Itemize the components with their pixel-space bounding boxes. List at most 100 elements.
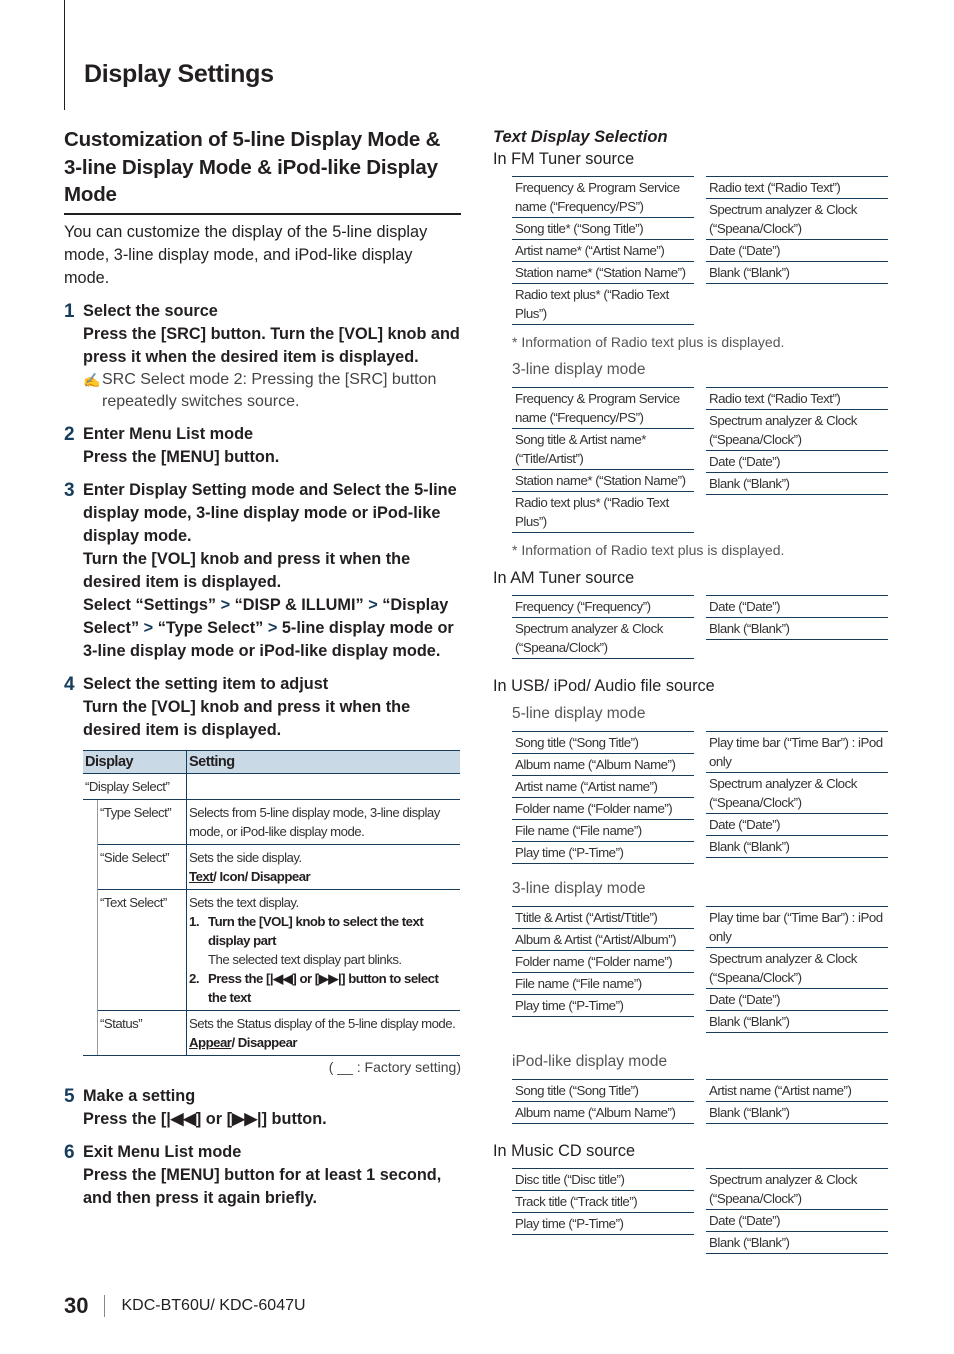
setting-cell: Sets the Status display of the 5-line di…	[186, 1010, 460, 1056]
list-right: Spectrum analyzer & Clock (“Speana/Clock…	[706, 1168, 888, 1254]
path-prefix: Select	[83, 595, 131, 614]
list-item: Frequency & Program Service name (“Frequ…	[512, 177, 694, 218]
source-title-cd: In Music CD source	[493, 1142, 636, 1160]
chevron-right-icon: >	[220, 595, 231, 614]
usb-ipod-grid: Song title (“Song Title”) Album name (“Al…	[512, 1079, 893, 1124]
list-item: Song title (“Song Title”)	[512, 1080, 694, 1102]
page-title: Display Settings	[84, 60, 274, 88]
list-item: Blank (“Blank”)	[706, 836, 888, 858]
list-item: Album name (“Album Name”)	[512, 1102, 694, 1124]
list-item: Blank (“Blank”)	[706, 473, 888, 495]
list-item: Blank (“Blank”)	[706, 1102, 888, 1124]
am-grid: Frequency (“Frequency”) Spectrum analyzer…	[512, 595, 893, 659]
chevron-right-icon: >	[143, 618, 154, 637]
display-cell: “Status”	[97, 1010, 187, 1056]
list-item: Spectrum analyzer & Clock (“Speana/Clock…	[706, 1169, 888, 1210]
footer: 30 KDC-BT60U/ KDC-6047U	[64, 1293, 306, 1319]
list-left: Disc title (“Disc title”) Track title (“T…	[512, 1168, 694, 1254]
footnote: * Information of Radio text plus is disp…	[512, 542, 785, 558]
step-body: Press the [SRC] button. Turn the [VOL] k…	[83, 324, 460, 366]
list-right: Play time bar (“Time Bar”) : iPod only Sp…	[706, 731, 888, 864]
footnote: * Information of Radio text plus is disp…	[512, 334, 785, 350]
list-item: Spectrum analyzer & Clock (“Speana/Clock…	[706, 199, 888, 240]
list-item: Station name* (“Station Name”)	[512, 262, 694, 284]
step-title: Select the source	[83, 301, 218, 320]
step-body: Press the [MENU] button.	[83, 447, 280, 466]
group-display-select: “Display Select”	[83, 773, 187, 800]
subsection-title: Text Display Selection	[493, 128, 668, 146]
list-item: Play time (“P-Time”)	[512, 842, 694, 864]
list-item: Spectrum analyzer & Clock (“Speana/Clock…	[706, 410, 888, 451]
mode-title: 5-line display mode	[512, 705, 646, 722]
intro-text: You can customize the display of the 5-l…	[64, 222, 428, 287]
list-item: Frequency (“Frequency”)	[512, 596, 694, 618]
right-column: Text Display Selection In FM Tuner sourc…	[493, 126, 893, 1254]
setting-cell: Selects from 5-line display mode, 3-line…	[186, 799, 460, 845]
source-title-am: In AM Tuner source	[493, 569, 635, 587]
setting-desc: Sets the Status display of the 5-line di…	[189, 1015, 456, 1031]
substep-note: The selected text display part blinks.	[208, 951, 402, 967]
section-title: Customization of 5-line Display Mode & 3…	[64, 126, 461, 215]
list-item: Play time bar (“Time Bar”) : iPod only	[706, 732, 888, 773]
list-item: Artist name (“Artist name”)	[706, 1080, 888, 1102]
list-item: Ttitle & Artist (“Artist/Ttitle”)	[512, 907, 694, 929]
options: Text/ Icon/ Disappear	[189, 867, 458, 886]
source-title-usb: In USB/ iPod/ Audio file source	[493, 677, 715, 695]
page-number: 30	[64, 1293, 89, 1318]
mode-title: iPod-like display mode	[512, 1053, 668, 1070]
footer-divider	[104, 1295, 106, 1317]
list-item: Frequency & Program Service name (“Frequ…	[512, 388, 694, 429]
step-title: Make a setting	[83, 1086, 196, 1105]
mode-title: 3-line display mode	[512, 880, 646, 897]
other-options: / Icon/ Disappear	[213, 868, 311, 884]
left-column: Customization of 5-line Display Mode & 3…	[64, 126, 461, 1210]
default-option: Appear	[189, 1034, 232, 1050]
step-number: 1	[64, 300, 75, 322]
model-name: KDC-BT60U/ KDC-6047U	[121, 1297, 306, 1314]
memo-icon: ✍	[83, 371, 101, 388]
display-cell: “Type Select”	[97, 799, 187, 845]
step-body: Press the [MENU] button for at least 1 s…	[83, 1165, 442, 1207]
list-item: Blank (“Blank”)	[706, 618, 888, 640]
step-number: 4	[64, 673, 75, 695]
table-row: “Side Select” Sets the side display. Tex…	[83, 844, 460, 890]
path-item: “Settings”	[135, 595, 217, 614]
list-item: Song title (“Song Title”)	[512, 732, 694, 754]
list-right: Radio text (“Radio Text”) Spectrum analyz…	[706, 387, 888, 533]
step-6: 6 Exit Menu List mode Press the [MENU] b…	[64, 1141, 461, 1210]
setting-desc: Sets the text display.	[189, 894, 299, 910]
list-item: Song title* (“Song Title”)	[512, 218, 694, 240]
list-item: Artist name* (“Artist Name”)	[512, 240, 694, 262]
list-item: Play time bar (“Time Bar”) : iPod only	[706, 907, 888, 948]
list-item: Play time (“P-Time”)	[512, 1213, 694, 1235]
step-5: 5 Make a setting Press the [|◀◀] or [▶▶|…	[64, 1085, 461, 1131]
list-item: Disc title (“Disc title”)	[512, 1169, 694, 1191]
table-row: “Text Select” Sets the text display. 1. T…	[83, 889, 460, 1011]
list-item: Date (“Date”)	[706, 451, 888, 473]
cd-grid: Disc title (“Disc title”) Track title (“T…	[512, 1168, 893, 1254]
substep-2: 2. Press the [|◀◀] or [▶▶|] button to sel…	[189, 970, 439, 1005]
note: ✍ SRC Select mode 2: Pressing the [SRC] …	[83, 369, 461, 413]
step-body: Turn the [VOL] knob and press it when th…	[83, 549, 411, 591]
list-item: Radio text plus* (“Radio Text Plus”)	[512, 284, 694, 325]
list-item: Artist name (“Artist name”)	[512, 776, 694, 798]
list-item: Radio text (“Radio Text”)	[706, 177, 888, 199]
note-text: SRC Select mode 2: Pressing the [SRC] bu…	[102, 370, 437, 410]
header-rule	[64, 0, 65, 110]
options: Appear/ Disappear	[189, 1033, 458, 1052]
list-item: Spectrum analyzer & Clock (“Speana/Clock…	[706, 773, 888, 814]
header-display: Display	[83, 749, 187, 774]
list-item: Date (“Date”)	[706, 989, 888, 1011]
list-left: Frequency & Program Service name (“Frequ…	[512, 176, 694, 325]
list-left: Frequency (“Frequency”) Spectrum analyzer…	[512, 595, 694, 659]
list-item: Blank (“Blank”)	[706, 262, 888, 284]
chevron-right-icon: >	[368, 595, 378, 614]
list-item: Spectrum analyzer & Clock (“Speana/Clock…	[512, 618, 694, 659]
list-item: Folder name (“Folder name”)	[512, 951, 694, 973]
table-row: “Status” Sets the Status display of the …	[83, 1010, 460, 1056]
substep-1: 1. Turn the [VOL] knob to select the text…	[189, 913, 424, 948]
list-item: Date (“Date”)	[706, 596, 888, 618]
menu-path: Select “Settings” > “DISP & ILLUMI” > “D…	[83, 594, 461, 663]
usb-5line-grid: Song title (“Song Title”) Album name (“Al…	[512, 731, 893, 864]
list-item: File name (“File name”)	[512, 820, 694, 842]
